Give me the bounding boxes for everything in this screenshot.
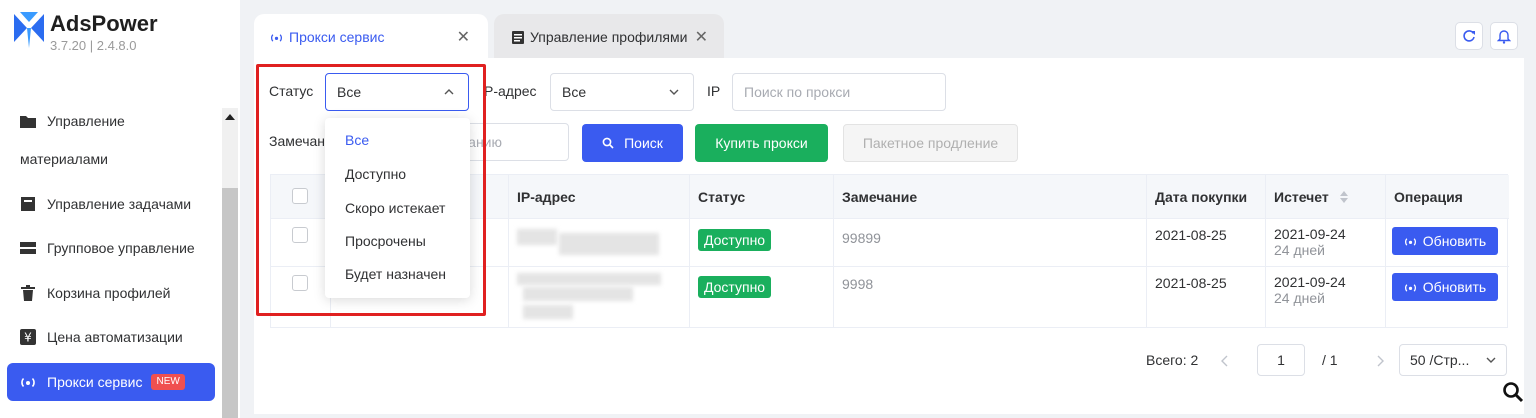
yen-icon: ¥: [20, 329, 36, 345]
tab-proxy-service[interactable]: Прокси сервис ✕: [254, 14, 488, 60]
renew-button[interactable]: Обновить: [1392, 227, 1498, 255]
operation-cell: Обновить: [1386, 219, 1509, 267]
sidebar-item-label: Управление: [47, 113, 125, 129]
tab-profile-management[interactable]: Управление профилями ✕: [494, 14, 724, 60]
proxy-icon: [1404, 235, 1417, 248]
chevron-right-icon[interactable]: [1376, 355, 1384, 367]
sidebar-item-trash[interactable]: Корзина профилей: [20, 285, 170, 301]
sidebar-item-automation-price[interactable]: ¥ Цена автоматизации: [20, 329, 183, 345]
sidebar-item-materials[interactable]: Управление: [20, 113, 125, 129]
days-remaining: 24 дней: [1274, 242, 1325, 258]
refresh-button[interactable]: [1455, 22, 1483, 50]
purchase-date-cell: 2021-08-25: [1147, 219, 1266, 267]
sidebar-item-label: Корзина профилей: [47, 285, 171, 301]
page-number-input[interactable]: 1: [1257, 344, 1305, 376]
column-header-remark: Замечание: [834, 175, 1147, 219]
status-cell: Доступно: [690, 219, 834, 267]
brand-name: AdsPower: [50, 11, 158, 36]
tab-label: Прокси сервис: [289, 29, 385, 45]
close-icon[interactable]: ✕: [457, 27, 470, 47]
purchase-date-cell: 2021-08-25: [1147, 267, 1266, 328]
ip-select-value: Все: [562, 84, 587, 100]
renew-button-label: Обновить: [1422, 279, 1487, 295]
task-icon: [20, 196, 36, 212]
operation-cell: Обновить: [1386, 267, 1509, 328]
adspower-logo-icon: [14, 12, 44, 48]
sidebar-item-label: Цена автоматизации: [47, 329, 183, 345]
sidebar-item-label: Управление задачами: [47, 196, 192, 212]
renew-button-label: Обновить: [1422, 233, 1487, 249]
buy-proxy-button[interactable]: Купить прокси: [695, 124, 828, 162]
ip-cell-redacted: [509, 219, 690, 267]
search-icon: [602, 137, 614, 149]
highlight-box: [256, 64, 486, 316]
new-badge: NEW: [151, 374, 185, 390]
app-version: 3.7.20 | 2.4.8.0: [50, 38, 137, 53]
column-header-status: Статус: [690, 175, 834, 219]
document-icon: [512, 30, 524, 44]
search-button[interactable]: Поиск: [582, 124, 683, 162]
batch-renew-button: Пакетное продление: [843, 124, 1018, 162]
pagination-page-count: / 1: [1322, 352, 1338, 368]
sidebar-item-label: Групповое управление: [47, 240, 195, 256]
sidebar: AdsPower 3.7.20 | 2.4.8.0 Управление мат…: [0, 0, 240, 418]
ip-cell-redacted: [509, 267, 690, 328]
sidebar-item-groups[interactable]: Групповое управление: [20, 240, 195, 256]
chevron-left-icon[interactable]: [1221, 355, 1229, 367]
expires-cell: 2021-09-24 24 дней: [1266, 219, 1386, 267]
close-icon[interactable]: ✕: [695, 27, 708, 47]
sidebar-scrollbar[interactable]: [222, 108, 238, 418]
bell-icon: [1497, 29, 1511, 44]
expiry-date: 2021-09-24: [1274, 274, 1346, 290]
renew-button[interactable]: Обновить: [1392, 273, 1498, 301]
days-remaining: 24 дней: [1274, 290, 1325, 306]
sidebar-item-tasks[interactable]: Управление задачами: [20, 196, 191, 212]
status-badge: Доступно: [698, 276, 772, 298]
remark-cell: 9998: [834, 267, 1147, 328]
ip-search-label: IP: [707, 83, 721, 99]
scrollbar-thumb[interactable]: [222, 188, 238, 418]
proxy-icon: [270, 31, 283, 44]
sort-icon[interactable]: [1339, 190, 1349, 204]
status-cell: Доступно: [690, 267, 834, 328]
logo: AdsPower 3.7.20 | 2.4.8.0: [14, 12, 158, 53]
folder-icon: [20, 113, 36, 129]
trash-icon: [20, 285, 36, 301]
chevron-down-icon: [669, 89, 679, 95]
column-header-purchase-date: Дата покупки: [1147, 175, 1266, 219]
page-size-select[interactable]: 50 /Стр...: [1399, 344, 1507, 376]
column-header-expires[interactable]: Истечет: [1266, 175, 1386, 219]
proxy-icon: [20, 374, 36, 390]
column-header-expires-label: Истечет: [1274, 188, 1329, 205]
chevron-down-icon: [1486, 357, 1496, 363]
sidebar-item-label: Прокси сервис: [47, 374, 143, 390]
expires-cell: 2021-09-24 24 дней: [1266, 267, 1386, 328]
status-badge: Доступно: [698, 229, 772, 251]
column-header-ip: IP-адрес: [509, 175, 690, 219]
search-button-label: Поиск: [624, 135, 663, 151]
proxy-icon: [1404, 281, 1417, 294]
ip-select[interactable]: Все: [550, 73, 694, 111]
svg-text:¥: ¥: [24, 331, 32, 345]
page-size-value: 50 /Стр...: [1410, 352, 1470, 368]
column-header-operation: Операция: [1386, 175, 1509, 219]
tab-label: Управление профилями: [530, 29, 688, 45]
ip-filter-label: P-адрес: [484, 83, 537, 99]
scroll-up-icon[interactable]: [225, 114, 235, 120]
magnifier-icon[interactable]: [1502, 381, 1524, 403]
proxy-search-input[interactable]: Поиск по прокси: [732, 73, 946, 111]
notifications-button[interactable]: [1490, 22, 1518, 50]
sidebar-item-proxy-service[interactable]: Прокси сервис NEW: [7, 363, 215, 401]
refresh-icon: [1463, 30, 1475, 42]
sidebar-item-label-continued[interactable]: материалами: [20, 151, 108, 167]
pagination-total: Всего: 2: [1146, 352, 1199, 368]
group-icon: [20, 240, 36, 256]
remark-cell: 99899: [834, 219, 1147, 267]
expiry-date: 2021-09-24: [1274, 226, 1346, 242]
